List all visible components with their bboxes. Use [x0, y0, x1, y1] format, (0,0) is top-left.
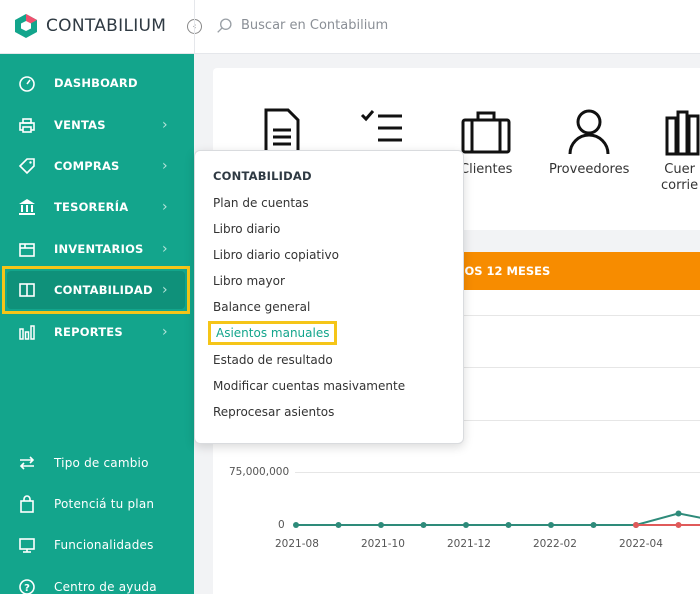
search-input[interactable] [241, 18, 461, 33]
tag-icon [17, 156, 37, 176]
bar-chart-icon [17, 322, 37, 342]
sidebar-item-label: VENTAS [54, 117, 106, 132]
header-divider [194, 0, 195, 54]
top-header: CONTABILIUM ‹ [0, 0, 700, 54]
search-icon [217, 18, 232, 33]
data-point[interactable] [505, 522, 512, 528]
gauge-icon [17, 73, 37, 93]
sidebar-item-label: Funcionalidades [54, 537, 154, 552]
help-icon: ? [17, 577, 37, 594]
sidebar-item-label: INVENTARIOS [54, 241, 144, 256]
series-line-0 [296, 512, 700, 526]
sidebar-item-label: CONTABILIDAD [54, 283, 153, 297]
sidebar-item-label: COMPRAS [54, 158, 120, 173]
search-bar[interactable] [216, 17, 461, 34]
briefcase-icon [461, 111, 511, 154]
dropdown-title: CONTABILIDAD [213, 169, 312, 183]
menu-item-balance-general[interactable]: Balance general [213, 300, 310, 314]
menu-item-asientos-manuales[interactable]: Asientos manuales [208, 321, 338, 345]
sidebar-item-funcionalidades[interactable]: Funcionalidades [0, 524, 194, 565]
data-point[interactable] [335, 522, 342, 528]
shortcut-label: Proveedores [549, 162, 630, 177]
menu-item-reprocesar-asientos[interactable]: Reprocesar asientos [213, 405, 334, 419]
sidebar-item-ventas[interactable]: VENTAS › [0, 104, 194, 145]
sidebar-item-label: Tipo de cambio [54, 455, 149, 470]
contabilidad-dropdown-menu: CONTABILIDAD Plan de cuentas Libro diari… [194, 150, 464, 444]
data-point[interactable] [675, 510, 682, 517]
swap-icon [17, 453, 37, 473]
sidebar-item-potencia-tu-plan[interactable]: Potenciá tu plan [0, 483, 194, 524]
menu-item-libro-diario[interactable]: Libro diario [213, 222, 280, 236]
shortcut-label: Clientes [460, 162, 513, 177]
data-point[interactable] [548, 522, 554, 528]
sidebar-item-tesoreria[interactable]: TESORERÍA › [0, 186, 194, 227]
logo[interactable]: CONTABILIUM [14, 13, 166, 39]
bank-icon [17, 197, 37, 217]
menu-item-libro-mayor[interactable]: Libro mayor [213, 274, 285, 288]
chevron-right-icon: › [162, 116, 168, 133]
menu-item-plan-de-cuentas[interactable]: Plan de cuentas [213, 196, 309, 210]
data-point[interactable] [293, 522, 299, 528]
shortcut-clientes[interactable]: Clientes [460, 108, 512, 178]
logo-text: CONTABILIUM [46, 16, 167, 36]
printer-icon [17, 115, 37, 135]
sidebar-item-label: Potenciá tu plan [54, 496, 155, 511]
menu-item-libro-diario-copiativo[interactable]: Libro diario copiativo [213, 248, 339, 262]
sidebar-item-compras[interactable]: COMPRAS › [0, 145, 194, 186]
menu-item-estado-de-resultado[interactable]: Estado de resultado [213, 353, 333, 367]
contabilium-logo-icon [15, 14, 37, 38]
sidebar-item-label: Centro de ayuda [54, 579, 157, 594]
checklist-icon [360, 110, 402, 154]
sidebar: DASHBOARD VENTAS › COMPRAS › TESORERÍA ›… [0, 54, 194, 594]
sidebar-item-reportes[interactable]: REPORTES › [0, 311, 194, 352]
data-point[interactable] [378, 522, 384, 528]
menu-item-modificar-cuentas-masivamente[interactable]: Modificar cuentas masivamente [213, 379, 405, 393]
sidebar-item-label: REPORTES [54, 324, 123, 339]
sidebar-item-tipo-de-cambio[interactable]: Tipo de cambio [0, 442, 194, 483]
sidebar-item-contabilidad[interactable]: CONTABILIDAD › [2, 266, 190, 314]
data-point[interactable] [463, 522, 469, 528]
chevron-right-icon: › [162, 282, 168, 298]
svg-text:?: ? [24, 583, 30, 594]
data-point[interactable] [420, 522, 427, 528]
box-icon [17, 239, 37, 259]
data-point[interactable] [633, 522, 639, 528]
sidebar-item-dashboard[interactable]: DASHBOARD [0, 62, 194, 103]
document-icon [264, 108, 300, 156]
book-icon [17, 280, 37, 300]
chevron-right-icon: › [162, 323, 168, 340]
data-point[interactable] [675, 522, 682, 528]
shortcut-cuentas-corrientes[interactable]: Cuer corrie [661, 108, 700, 194]
books-icon [665, 110, 700, 156]
sidebar-item-inventarios[interactable]: INVENTARIOS › [0, 228, 194, 269]
person-icon [568, 109, 610, 155]
chevron-right-icon: › [162, 240, 168, 257]
sidebar-item-label: DASHBOARD [54, 75, 138, 90]
monitor-icon [17, 535, 37, 555]
sidebar-item-label: TESORERÍA [54, 199, 129, 214]
bag-icon [17, 494, 37, 514]
shortcut-proveedores[interactable]: Proveedores [549, 108, 629, 178]
shortcut-label: Cuer corrie [661, 162, 699, 193]
chevron-right-icon: › [162, 198, 168, 215]
chevron-right-icon: › [162, 157, 168, 174]
data-point[interactable] [590, 522, 597, 528]
sidebar-item-centro-de-ayuda[interactable]: ? Centro de ayuda [0, 566, 194, 594]
